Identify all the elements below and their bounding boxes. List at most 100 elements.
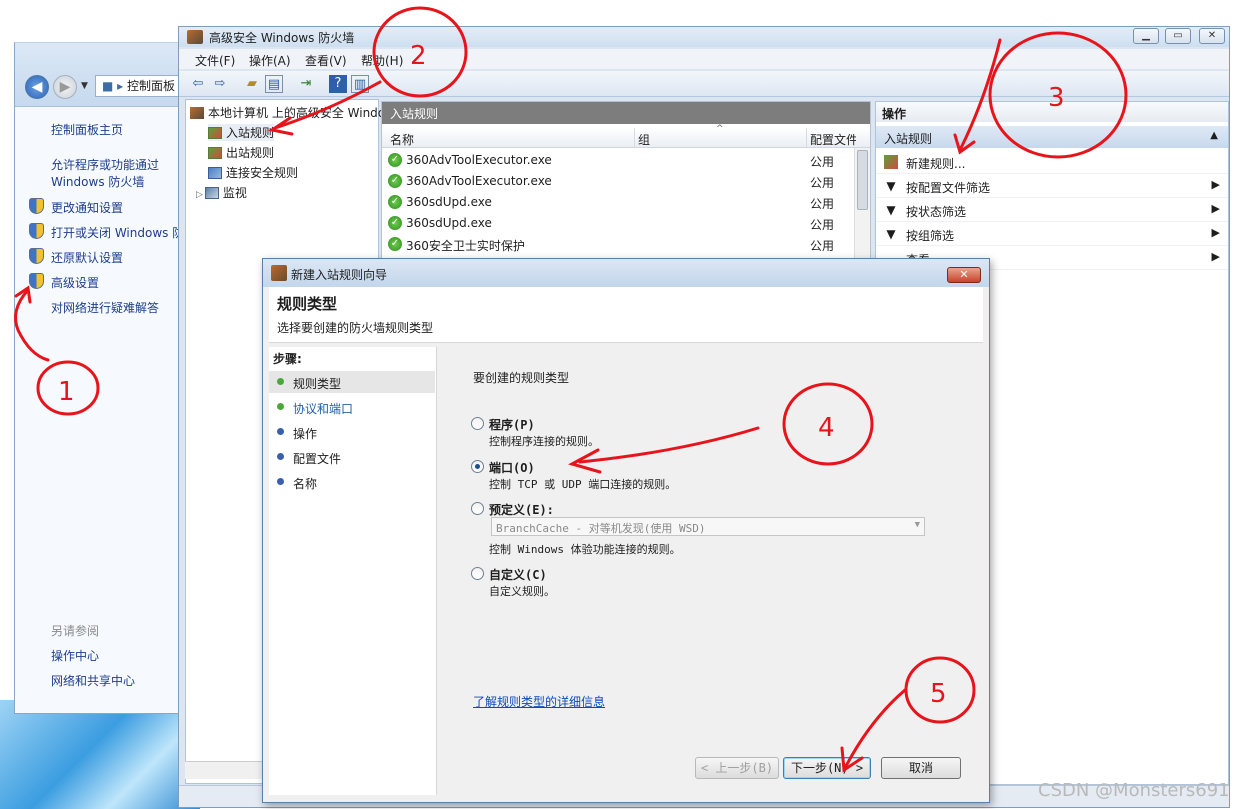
- link-troubleshoot[interactable]: 对网络进行疑难解答: [51, 299, 159, 316]
- table-row[interactable]: ✓ 360AdvToolExecutor.exe 公用: [382, 171, 852, 192]
- menu-view[interactable]: 查看(V): [305, 52, 347, 69]
- action-filter-state[interactable]: ▼ 按状态筛选 ▶: [876, 198, 1228, 222]
- option-custom-label[interactable]: 自定义(C): [489, 566, 547, 583]
- address-bar[interactable]: ■ ▸ 控制面板: [95, 75, 185, 97]
- wizard-close-button[interactable]: ✕: [947, 267, 981, 283]
- radio-program[interactable]: [471, 417, 484, 430]
- maximize-button[interactable]: ▭: [1165, 28, 1191, 44]
- control-panel-window: ◀ ▶ ▼ ■ ▸ 控制面板 控制面板主页 允许程序或功能通过 Windows …: [14, 42, 185, 714]
- close-button[interactable]: ✕: [1199, 28, 1225, 44]
- link-allow-program[interactable]: 允许程序或功能通过 Windows 防火墙: [51, 157, 179, 191]
- dropdown-arrow-icon: ▼: [914, 520, 920, 530]
- window-title: 高级安全 Windows 防火墙: [209, 31, 355, 45]
- actions-section-header[interactable]: 入站规则 ▲: [876, 126, 1228, 148]
- back-button[interactable]: ◀: [25, 75, 49, 99]
- tree-item-connection-security[interactable]: 连接安全规则: [208, 164, 298, 181]
- expand-arrow-icon[interactable]: ▷: [196, 190, 203, 200]
- see-also-heading: 另请参阅: [51, 624, 100, 638]
- help-icon[interactable]: ?: [329, 75, 347, 93]
- tree-root[interactable]: 本地计算机 上的高级安全 Windows: [190, 104, 401, 121]
- table-row[interactable]: ✓ 360sdUpd.exe 公用: [382, 192, 852, 213]
- tree-item-outbound-rules[interactable]: 出站规则: [208, 144, 274, 161]
- list-vertical-scrollbar[interactable]: [854, 148, 870, 260]
- up-folder-icon[interactable]: ▰: [243, 75, 261, 93]
- tree-item-monitoring[interactable]: ▷ 监视: [196, 184, 247, 201]
- enabled-check-icon: ✓: [388, 216, 402, 230]
- link-network-sharing[interactable]: 网络和共享中心: [51, 672, 135, 689]
- menu-action[interactable]: 操作(A): [249, 52, 291, 69]
- step-protocol-ports[interactable]: 协议和端口: [269, 396, 435, 418]
- breadcrumb[interactable]: 控制面板: [127, 79, 175, 93]
- title-bar: 高级安全 Windows 防火墙 ▁ ▭ ✕: [179, 27, 1229, 47]
- new-rule-icon: [884, 155, 898, 169]
- table-row[interactable]: ✓ 360AdvToolExecutor.exe 公用: [382, 150, 852, 171]
- filter-icon: ▼: [886, 179, 896, 193]
- cancel-button[interactable]: 取消: [881, 757, 961, 779]
- predefined-value: BranchCache - 对等机发现(使用 WSD): [496, 522, 706, 535]
- step-name[interactable]: 名称: [269, 471, 435, 493]
- action-new-rule[interactable]: 新建规则...: [876, 150, 1228, 174]
- link-advanced-settings[interactable]: 高级设置: [51, 274, 99, 291]
- learn-more-link[interactable]: 了解规则类型的详细信息: [473, 693, 605, 710]
- next-step-button[interactable]: 下一步(N) >: [783, 757, 871, 779]
- step-bullet-icon: [277, 403, 284, 410]
- rule-profile: 公用: [810, 239, 835, 253]
- minimize-button[interactable]: ▁: [1133, 28, 1159, 44]
- show-action-pane-icon[interactable]: ▥: [351, 75, 369, 93]
- history-dropdown-icon[interactable]: ▼: [81, 81, 88, 91]
- export-list-icon[interactable]: ⇥: [297, 75, 315, 93]
- rule-profile: 公用: [810, 176, 835, 190]
- enabled-check-icon: ✓: [388, 153, 402, 167]
- inbound-rules-icon: [208, 127, 222, 139]
- link-change-notifications[interactable]: 更改通知设置: [51, 199, 123, 216]
- column-profile[interactable]: 配置文件: [810, 131, 856, 148]
- step-label: 配置文件: [293, 452, 342, 466]
- column-divider[interactable]: [806, 128, 807, 148]
- rule-name: 360sdUpd.exe: [406, 195, 492, 209]
- forward-button[interactable]: ▶: [53, 75, 77, 99]
- wizard-header: 规则类型 选择要创建的防火墙规则类型: [269, 287, 983, 343]
- submenu-arrow-icon: ▶: [1211, 250, 1220, 263]
- back-step-button[interactable]: < 上一步(B): [695, 757, 779, 779]
- column-name[interactable]: 名称: [390, 131, 414, 148]
- collapse-arrow-icon[interactable]: ▲: [1210, 130, 1218, 141]
- forward-arrow-icon[interactable]: ⇨: [211, 75, 229, 93]
- option-port-label[interactable]: 端口(O): [489, 459, 535, 476]
- predefined-dropdown[interactable]: BranchCache - 对等机发现(使用 WSD) ▼: [491, 517, 925, 536]
- rule-name: 360AdvToolExecutor.exe: [406, 153, 552, 167]
- radio-predefined[interactable]: [471, 502, 484, 515]
- menu-file[interactable]: 文件(F): [195, 52, 235, 69]
- step-action[interactable]: 操作: [269, 421, 435, 443]
- action-filter-group[interactable]: ▼ 按组筛选 ▶: [876, 222, 1228, 246]
- show-hide-tree-icon[interactable]: ▤: [265, 75, 283, 93]
- tree-item-inbound-rules[interactable]: 入站规则: [208, 124, 275, 141]
- filter-icon: ▼: [886, 227, 896, 241]
- action-label: 按状态筛选: [906, 205, 967, 219]
- link-toggle-firewall[interactable]: 打开或关闭 Windows 防火墙: [51, 224, 181, 241]
- rule-name: 360sdUpd.exe: [406, 216, 492, 230]
- column-headers: 名称 组 ^ 配置文件: [382, 124, 870, 148]
- option-program-desc: 控制程序连接的规则。: [489, 435, 599, 448]
- option-port-desc: 控制 TCP 或 UDP 端口连接的规则。: [489, 478, 677, 491]
- link-control-panel-home[interactable]: 控制面板主页: [51, 121, 123, 138]
- link-restore-defaults[interactable]: 还原默认设置: [51, 249, 123, 266]
- radio-custom[interactable]: [471, 567, 484, 580]
- new-inbound-rule-wizard: 新建入站规则向导 ✕ 规则类型 选择要创建的防火墙规则类型 步骤: 规则类型 协…: [262, 258, 990, 803]
- back-arrow-icon[interactable]: ⇦: [189, 75, 207, 93]
- submenu-arrow-icon: ▶: [1211, 178, 1220, 191]
- step-profile[interactable]: 配置文件: [269, 446, 435, 468]
- wizard-title-bar: 新建入站规则向导 ✕: [263, 259, 989, 287]
- radio-port[interactable]: [471, 460, 484, 473]
- column-divider[interactable]: [634, 128, 635, 148]
- option-predefined-label[interactable]: 预定义(E):: [489, 501, 554, 518]
- menu-help[interactable]: 帮助(H): [361, 52, 403, 69]
- table-row[interactable]: ✓ 360安全卫士实时保护 公用: [382, 234, 852, 255]
- step-rule-type[interactable]: 规则类型: [269, 371, 435, 393]
- link-action-center[interactable]: 操作中心: [51, 647, 99, 664]
- table-row[interactable]: ✓ 360sdUpd.exe 公用: [382, 213, 852, 234]
- column-group[interactable]: 组: [638, 131, 650, 148]
- scrollbar-thumb[interactable]: [857, 150, 868, 210]
- action-filter-profile[interactable]: ▼ 按配置文件筛选 ▶: [876, 174, 1228, 198]
- option-program-label[interactable]: 程序(P): [489, 416, 535, 433]
- rule-name: 360AdvToolExecutor.exe: [406, 174, 552, 188]
